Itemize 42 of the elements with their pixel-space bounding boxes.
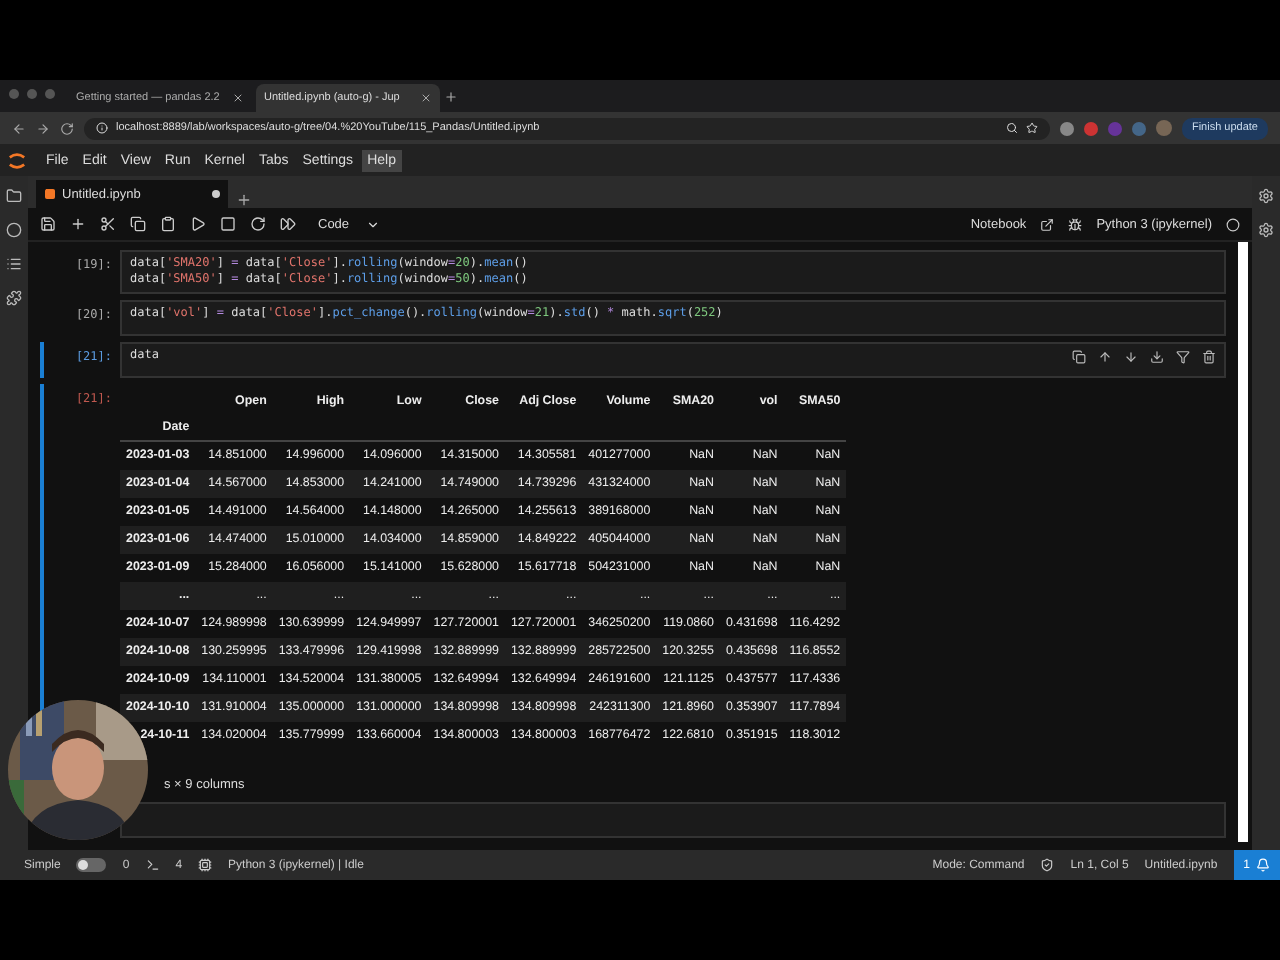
run-icon[interactable]	[190, 216, 206, 232]
code-cell[interactable]	[120, 801, 1226, 837]
run-all-icon[interactable]	[280, 216, 296, 232]
copy-icon[interactable]	[130, 216, 146, 232]
search-icon[interactable]	[1005, 122, 1018, 134]
close-icon[interactable]	[232, 92, 244, 104]
restart-icon[interactable]	[250, 216, 266, 232]
logo-icon	[8, 151, 26, 169]
kernel-icon[interactable]	[198, 858, 213, 872]
list-icon[interactable]	[6, 256, 22, 272]
save-icon[interactable]	[40, 216, 56, 232]
cut-icon[interactable]	[100, 216, 116, 232]
move-up-icon[interactable]	[1098, 350, 1112, 364]
delete-icon[interactable]	[1202, 350, 1216, 364]
paste-icon[interactable]	[160, 216, 176, 232]
caret-icon	[365, 217, 380, 231]
running-icon[interactable]	[6, 222, 22, 238]
settings-icon[interactable]	[1258, 222, 1274, 238]
simple-mode-toggle[interactable]	[76, 858, 107, 872]
kernel-status-icon	[1226, 217, 1240, 231]
close-icon[interactable]	[420, 92, 432, 104]
info-icon[interactable]	[96, 122, 108, 134]
forward-icon[interactable]	[36, 121, 50, 135]
extension-icon[interactable]	[6, 290, 22, 306]
duplicate-icon[interactable]	[1072, 350, 1086, 364]
folder-icon[interactable]	[6, 188, 22, 204]
scrollbar[interactable]	[1238, 242, 1248, 842]
bell-icon	[1256, 858, 1270, 872]
back-icon[interactable]	[12, 121, 26, 135]
settings-icon[interactable]	[1258, 188, 1274, 204]
external-link-icon[interactable]	[1040, 217, 1055, 231]
bug-icon[interactable]	[1068, 217, 1083, 231]
terminal-icon[interactable]	[145, 858, 160, 872]
stop-icon[interactable]	[220, 216, 236, 232]
shield-icon[interactable]	[1040, 858, 1055, 872]
notebook-icon	[44, 188, 56, 200]
add-icon[interactable]	[70, 216, 86, 232]
reload-icon[interactable]	[60, 121, 74, 135]
bookmark-icon[interactable]	[1025, 122, 1038, 134]
new-tab-icon[interactable]	[236, 192, 252, 208]
move-down-icon[interactable]	[1124, 350, 1138, 364]
new-tab-icon[interactable]	[444, 89, 458, 103]
